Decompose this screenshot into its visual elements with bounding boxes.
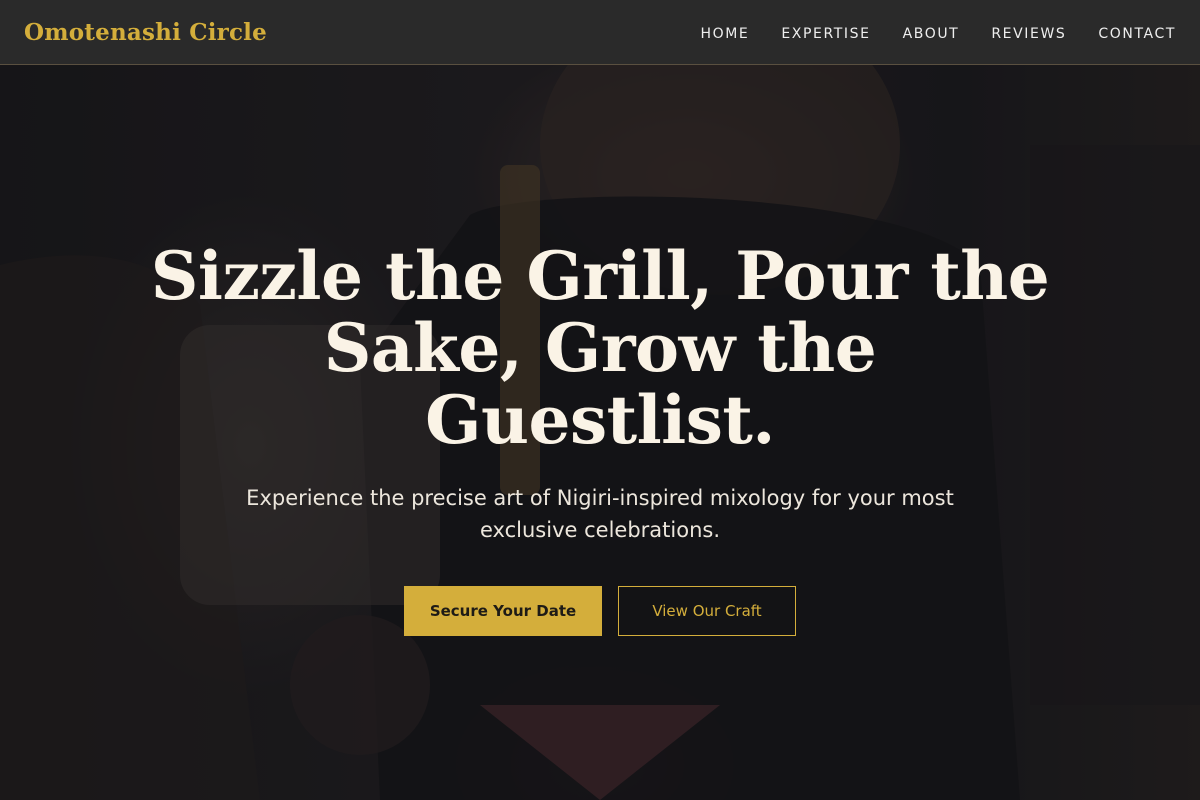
nav-link-expertise[interactable]: EXPERTISE xyxy=(781,26,870,42)
top-navbar: Omotenashi Circle HOME EXPERTISE ABOUT R… xyxy=(0,0,1200,65)
nav-item: REVIEWS xyxy=(991,23,1066,42)
secure-date-button[interactable]: Secure Your Date xyxy=(404,586,602,636)
brand-logo[interactable]: Omotenashi Circle xyxy=(24,19,267,46)
nav-item: HOME xyxy=(700,23,749,42)
nav-link-about[interactable]: ABOUT xyxy=(903,26,960,42)
nav-link-home[interactable]: HOME xyxy=(700,26,749,42)
nav-link-reviews[interactable]: REVIEWS xyxy=(991,26,1066,42)
nav-item: CONTACT xyxy=(1098,23,1176,42)
nav-link-contact[interactable]: CONTACT xyxy=(1098,26,1176,42)
nav-item: ABOUT xyxy=(903,23,960,42)
nav-menu: HOME EXPERTISE ABOUT REVIEWS CONTACT xyxy=(700,23,1176,42)
hero-cta-group: Secure Your Date View Our Craft xyxy=(0,586,1200,636)
hero-headline: Sizzle the Grill, Pour the Sake, Grow th… xyxy=(150,237,1050,459)
hero-subheadline: Experience the precise art of Nigiri-ins… xyxy=(246,486,954,542)
view-craft-button[interactable]: View Our Craft xyxy=(618,586,796,636)
hero-section: Sizzle the Grill, Pour the Sake, Grow th… xyxy=(0,65,1200,800)
nav-item: EXPERTISE xyxy=(781,23,870,42)
hero-content: Sizzle the Grill, Pour the Sake, Grow th… xyxy=(0,240,1200,636)
